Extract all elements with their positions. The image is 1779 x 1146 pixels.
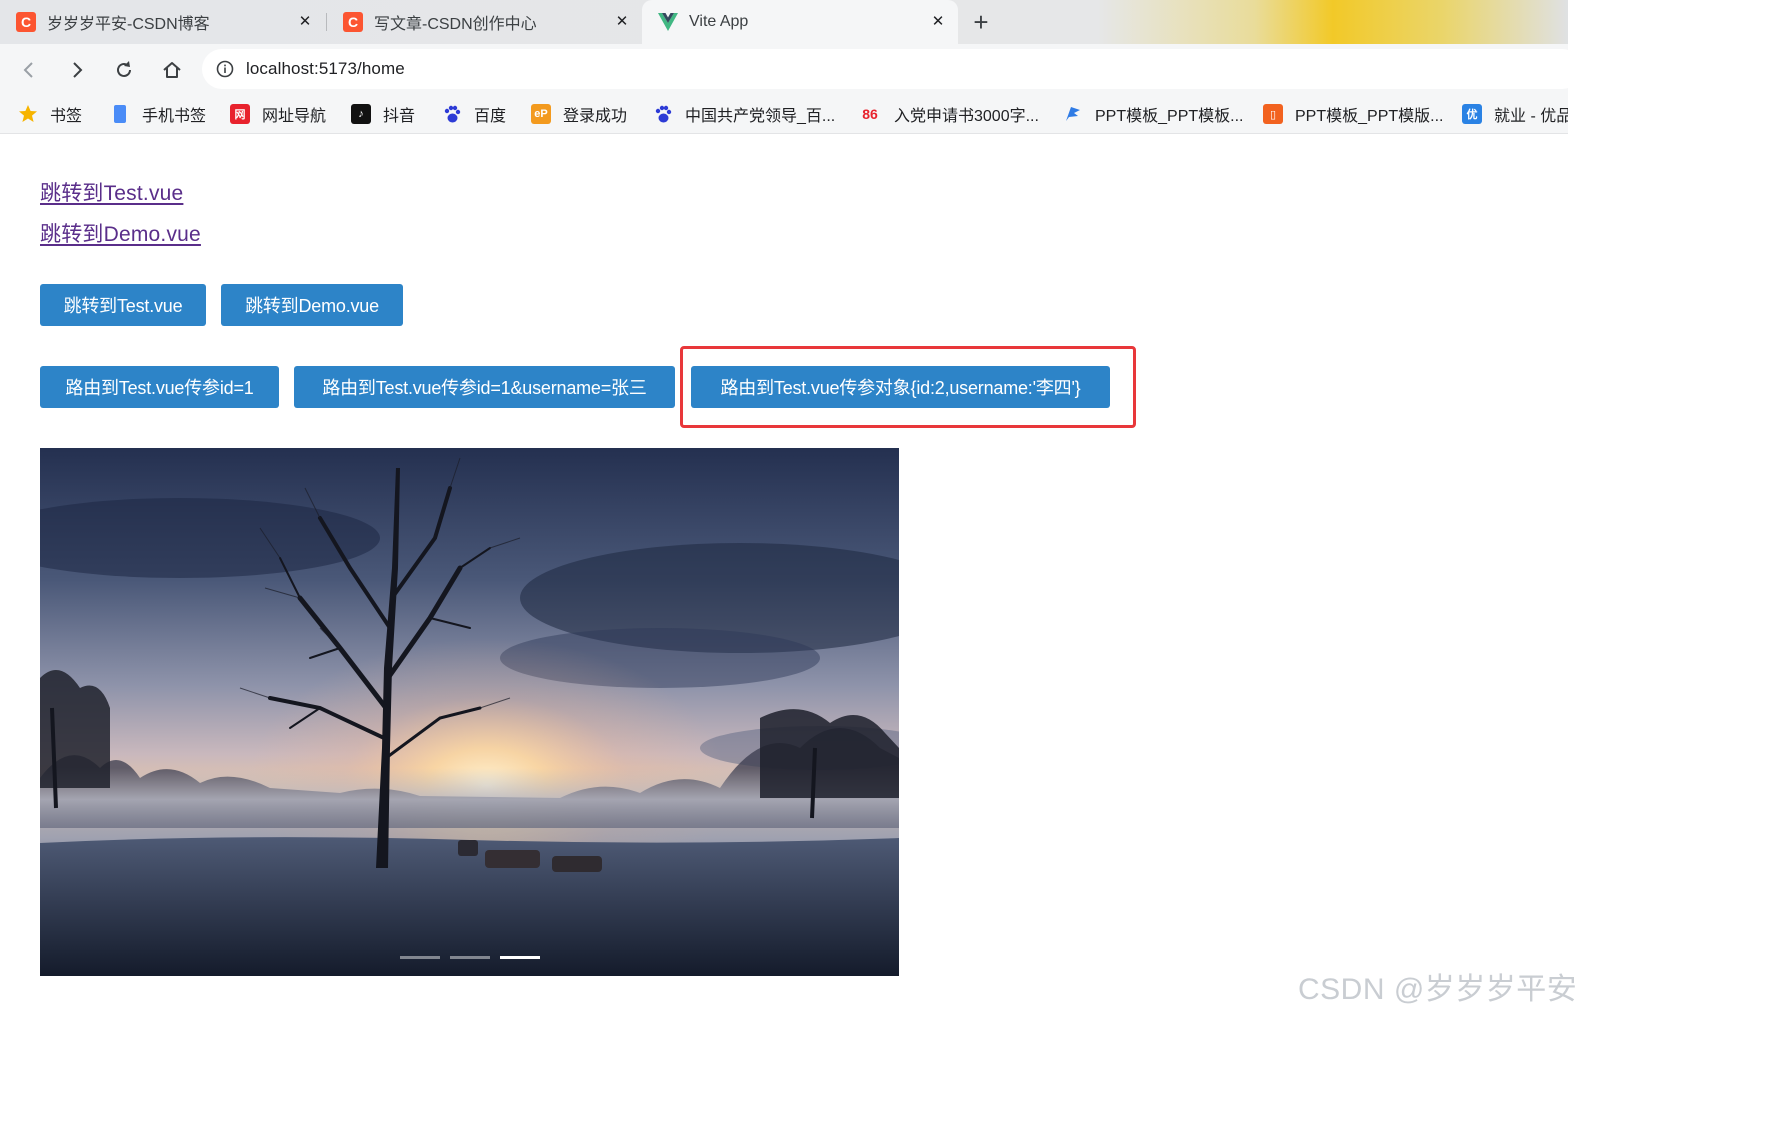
phone-icon xyxy=(110,104,130,124)
route-id-button[interactable]: 路由到Test.vue传参id=1 xyxy=(40,366,279,408)
route-id-username-button[interactable]: 路由到Test.vue传参id=1&username=张三 xyxy=(294,366,675,408)
info-icon[interactable] xyxy=(216,60,234,78)
landscape-image xyxy=(40,448,899,976)
forward-button[interactable] xyxy=(62,55,92,85)
douyin-icon: ♪ xyxy=(351,104,371,124)
carousel-dot[interactable] xyxy=(400,956,440,959)
ep-icon: eP xyxy=(531,104,551,124)
tab-strip: C 岁岁岁平安-CSDN博客 ✕ C 写文章-CSDN创作中心 ✕ Vite A… xyxy=(0,0,1568,44)
bookmark-item[interactable]: ▯ PPT模板_PPT模版... xyxy=(1263,103,1443,125)
bookmark-item[interactable]: 书签 xyxy=(18,103,82,125)
close-icon[interactable]: ✕ xyxy=(928,11,948,31)
arrow-right-icon xyxy=(73,62,83,78)
carousel-dot[interactable] xyxy=(450,956,490,959)
bookmark-item[interactable]: 手机书签 xyxy=(110,103,206,125)
baidu-icon xyxy=(442,104,462,124)
bookmark-item[interactable]: 优 就业 - 优品 xyxy=(1462,103,1568,125)
tab-vite-app[interactable]: Vite App ✕ xyxy=(642,0,958,44)
bookmark-item[interactable]: eP 登录成功 xyxy=(531,103,627,125)
browser-toolbar: localhost:5173/home xyxy=(0,44,1582,94)
highlight-annotation xyxy=(680,346,1136,428)
bookmark-label: 入党申请书3000字... xyxy=(894,108,1039,125)
close-icon[interactable]: ✕ xyxy=(295,11,315,31)
star-icon xyxy=(18,104,38,124)
bookmarks-bar: 书签 手机书签 网 网址导航 ♪ 抖音 百度 eP 登录成功 中国共产党领导_百… xyxy=(0,94,1568,134)
bookmark-label: 手机书签 xyxy=(142,108,207,125)
ppt-icon xyxy=(1063,104,1083,124)
home-button[interactable] xyxy=(157,55,187,85)
reload-button[interactable] xyxy=(109,55,139,85)
reload-icon xyxy=(117,61,131,77)
url-text[interactable]: localhost:5173/home xyxy=(246,59,405,79)
bookmark-label: 抖音 xyxy=(383,108,416,125)
watermark: CSDN @岁岁岁平安 xyxy=(1298,973,1578,1006)
bookmark-item[interactable]: 中国共产党领导_百... xyxy=(653,103,835,125)
bookmark-label: 书签 xyxy=(50,108,83,125)
bookmark-label: 就业 - 优品 xyxy=(1494,108,1568,125)
youpin-icon: 优 xyxy=(1462,104,1482,124)
address-bar[interactable]: localhost:5173/home xyxy=(202,49,1582,89)
vue-icon xyxy=(658,12,678,32)
ppt-orange-icon: ▯ xyxy=(1263,104,1283,124)
csdn-icon: C xyxy=(16,12,36,32)
link-demo-vue[interactable]: 跳转到Demo.vue xyxy=(40,218,201,248)
new-tab-button[interactable]: + xyxy=(966,7,996,37)
tab-title: 写文章-CSDN创作中心 xyxy=(374,16,537,33)
bookmark-label: 中国共产党领导_百... xyxy=(685,108,836,125)
bookmark-label: PPT模板_PPT模版... xyxy=(1295,108,1444,125)
baidu-icon xyxy=(653,104,673,124)
image-carousel[interactable] xyxy=(40,448,899,976)
goto-test-button[interactable]: 跳转到Test.vue xyxy=(40,284,206,326)
bookmark-label: 登录成功 xyxy=(563,108,628,125)
carousel-dot-active[interactable] xyxy=(500,956,540,959)
bookmark-item[interactable]: 网 网址导航 xyxy=(230,103,326,125)
bookmark-item[interactable]: 百度 xyxy=(442,103,506,125)
tab-title: Vite App xyxy=(689,13,749,30)
bookmark-item[interactable]: 86 入党申请书3000字... xyxy=(858,103,1039,125)
csdn-icon: C xyxy=(343,12,363,32)
link-test-vue[interactable]: 跳转到Test.vue xyxy=(40,177,183,207)
bookmark-label: PPT模板_PPT模板... xyxy=(1095,108,1244,125)
tab-csdn-write[interactable]: C 写文章-CSDN创作中心 ✕ xyxy=(327,0,642,44)
tab-title: 岁岁岁平安-CSDN博客 xyxy=(47,16,210,33)
bookmark-item[interactable]: ♪ 抖音 xyxy=(351,103,415,125)
goto-demo-button[interactable]: 跳转到Demo.vue xyxy=(221,284,403,326)
tab-csdn-blog[interactable]: C 岁岁岁平安-CSDN博客 ✕ xyxy=(0,0,325,44)
86-icon: 86 xyxy=(862,106,878,122)
carousel-indicators xyxy=(400,956,560,962)
back-button[interactable] xyxy=(14,55,44,85)
bookmark-item[interactable]: PPT模板_PPT模板... xyxy=(1063,103,1243,125)
bookmark-label: 百度 xyxy=(474,108,507,125)
arrow-left-icon xyxy=(23,62,33,78)
home-icon xyxy=(163,62,181,78)
nav-icon: 网 xyxy=(230,104,250,124)
bookmark-label: 网址导航 xyxy=(262,108,327,125)
close-icon[interactable]: ✕ xyxy=(612,11,632,31)
